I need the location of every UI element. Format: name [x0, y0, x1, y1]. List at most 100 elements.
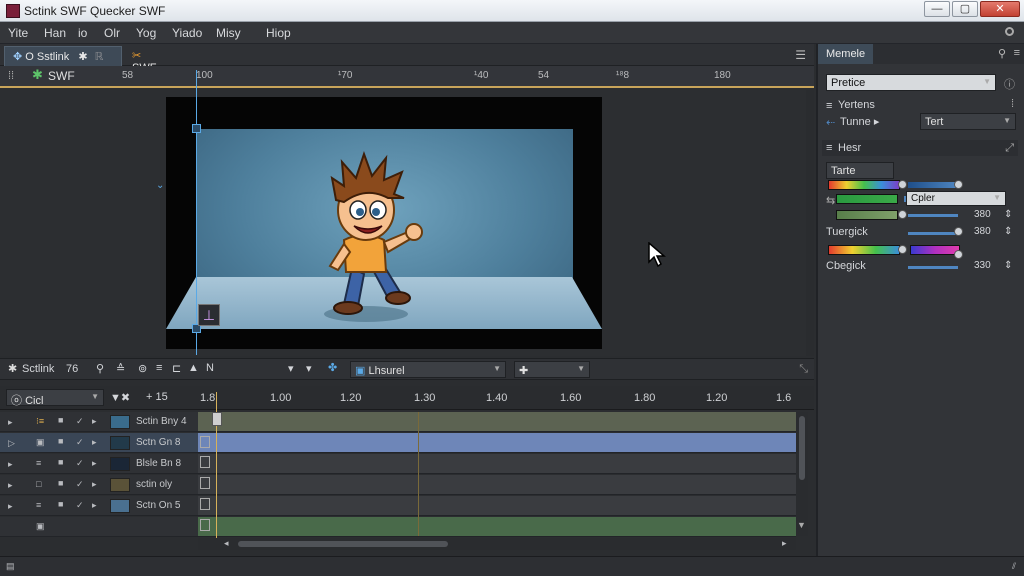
layer-row[interactable]: ▣: [0, 517, 198, 537]
edit-multi-icon[interactable]: ≡: [156, 362, 162, 374]
puppet-icon[interactable]: ✤: [328, 361, 337, 374]
frame-track[interactable]: [198, 412, 796, 432]
expand-icon[interactable]: ⤢: [1005, 142, 1014, 155]
resize-icon[interactable]: ⤡: [799, 363, 808, 376]
add-layer-button[interactable]: + 15: [146, 391, 168, 403]
visibility-icon[interactable]: ■: [58, 499, 63, 509]
zoom-dropdown[interactable]: ✚ ▼: [514, 361, 590, 378]
lock-icon[interactable]: ✓: [76, 500, 84, 511]
menu-help[interactable]: Hiop: [266, 26, 291, 40]
timeline-vscroll[interactable]: ▼: [796, 412, 808, 536]
hscroll-thumb[interactable]: [238, 541, 448, 547]
panel-menu-icon[interactable]: ☰: [795, 48, 806, 62]
lock-icon[interactable]: ✓: [76, 416, 84, 427]
visibility-icon[interactable]: ■: [58, 478, 63, 488]
playhead-handle[interactable]: [212, 412, 222, 426]
expand-icon[interactable]: ▸: [8, 501, 13, 512]
layer-row[interactable]: ▸ ≡ ■ ✓ ▸ Sctn On 5: [0, 496, 198, 516]
bracket-icon[interactable]: ⊏: [172, 362, 181, 375]
type-dropdown[interactable]: Tert ▼: [920, 113, 1016, 130]
play-icon[interactable]: ▷: [8, 438, 15, 449]
text-field[interactable]: Tarte: [826, 162, 894, 179]
lock-icon[interactable]: ✓: [76, 458, 84, 469]
strength-knob[interactable]: [954, 227, 963, 236]
outline-icon[interactable]: ▸: [92, 458, 97, 469]
keyframe-marker[interactable]: [200, 498, 210, 510]
panel-menu-icon[interactable]: ≡: [1014, 47, 1020, 59]
menu-olr[interactable]: Olr: [104, 26, 120, 40]
layer-row[interactable]: ▸ □ ■ ✓ ▸ sctin oly: [0, 475, 198, 495]
menu-file[interactable]: Yite: [8, 26, 28, 40]
menu-window[interactable]: Yiado: [172, 26, 202, 40]
frame-track[interactable]: [198, 475, 796, 495]
menu-yog[interactable]: Yog: [136, 26, 156, 40]
tab-stlink[interactable]: ✥ O Sstlink ✱ ℝ: [4, 46, 122, 66]
lock-icon[interactable]: ✓: [76, 437, 84, 448]
keyframe-marker[interactable]: [200, 477, 210, 489]
scroll-right-icon[interactable]: ▸: [782, 538, 787, 549]
color-swatch[interactable]: [836, 194, 898, 204]
frame-track[interactable]: [198, 517, 796, 537]
preset-dropdown[interactable]: Pretice ▼: [826, 74, 996, 91]
close-button[interactable]: ✕: [980, 1, 1020, 17]
layer-row[interactable]: ▷ ▣ ■ ✓ ▸ Sctn Gn 8: [0, 433, 198, 453]
menu-io[interactable]: io: [78, 26, 87, 40]
guide-line[interactable]: [196, 70, 197, 355]
onion-multi-icon[interactable]: ⊚: [138, 362, 147, 375]
spinner-icon[interactable]: ⇕: [1004, 260, 1012, 271]
strength-slider[interactable]: [908, 232, 958, 235]
hue-slider-knob[interactable]: [954, 180, 963, 189]
section-options-icon[interactable]: ⁞: [1011, 98, 1014, 110]
keyframe-marker[interactable]: [200, 519, 210, 531]
hue-gradient-2[interactable]: [828, 245, 900, 255]
panel-tab-module[interactable]: Memele: [818, 44, 874, 64]
triangle-icon[interactable]: ▲: [188, 362, 199, 374]
saturation-gradient[interactable]: [910, 245, 960, 255]
tab-swf[interactable]: ✂ SWF: [124, 46, 170, 74]
cartoon-character[interactable]: [314, 148, 434, 324]
pin-icon[interactable]: ⚲: [998, 47, 1006, 60]
hue-knob-2[interactable]: [898, 245, 907, 254]
value-gradient[interactable]: [836, 210, 898, 220]
hue-slider-track[interactable]: [908, 182, 958, 188]
layer-row[interactable]: ▸ ≡ ■ ✓ ▸ Blsle Bn 8: [0, 454, 198, 474]
section-hue-caret[interactable]: ≡: [826, 142, 832, 154]
visibility-icon[interactable]: ■: [58, 436, 63, 446]
lock-icon[interactable]: ✓: [76, 479, 84, 490]
stage-scrollbar[interactable]: [806, 90, 814, 356]
menu-han[interactable]: Han: [44, 26, 66, 40]
outline-icon[interactable]: ▸: [92, 500, 97, 511]
expand-icon[interactable]: ▸: [8, 480, 13, 491]
saturation-knob[interactable]: [954, 250, 963, 259]
outline-icon[interactable]: ▸: [92, 437, 97, 448]
tab-close-icon[interactable]: ℝ: [95, 51, 104, 63]
expand-icon[interactable]: ▸: [8, 459, 13, 470]
expand-icon[interactable]: ▸: [8, 417, 13, 428]
section-vertices-caret[interactable]: ≡: [826, 100, 832, 112]
timeline-hscroll[interactable]: ◂ ▸: [198, 538, 796, 550]
hue-knob[interactable]: [898, 180, 907, 189]
hue-gradient[interactable]: [828, 180, 900, 190]
opacity-slider[interactable]: [908, 266, 958, 269]
frame-track[interactable]: [198, 454, 796, 474]
info-icon[interactable]: ⓘ: [1004, 76, 1015, 92]
filter-icon[interactable]: ▼✖: [110, 391, 130, 404]
pin-icon[interactable]: ⚲: [96, 362, 104, 375]
frame-track[interactable]: [198, 496, 796, 516]
scroll-left-icon[interactable]: ◂: [224, 538, 229, 549]
vscroll-thumb[interactable]: [799, 416, 805, 480]
registration-point-icon[interactable]: ⊥: [198, 304, 220, 326]
menu-misy[interactable]: Misy: [216, 26, 241, 40]
layer-filter-dropdown[interactable]: ⓞ Cicl ▼: [6, 389, 104, 407]
settings-icon[interactable]: [1005, 27, 1014, 36]
keyframe-marker[interactable]: [200, 456, 210, 468]
outline-icon[interactable]: ▸: [92, 479, 97, 490]
value-knob[interactable]: [898, 210, 907, 219]
visibility-icon[interactable]: ■: [58, 415, 63, 425]
value-slider[interactable]: [908, 214, 958, 217]
frame-track-selected[interactable]: [198, 433, 796, 453]
chevron-down-icon[interactable]: ▾: [288, 362, 294, 375]
keyframe-marker[interactable]: [200, 436, 210, 448]
spinner-icon[interactable]: ⇕: [1004, 209, 1012, 220]
onion-skin-icon[interactable]: ≙: [116, 362, 125, 375]
